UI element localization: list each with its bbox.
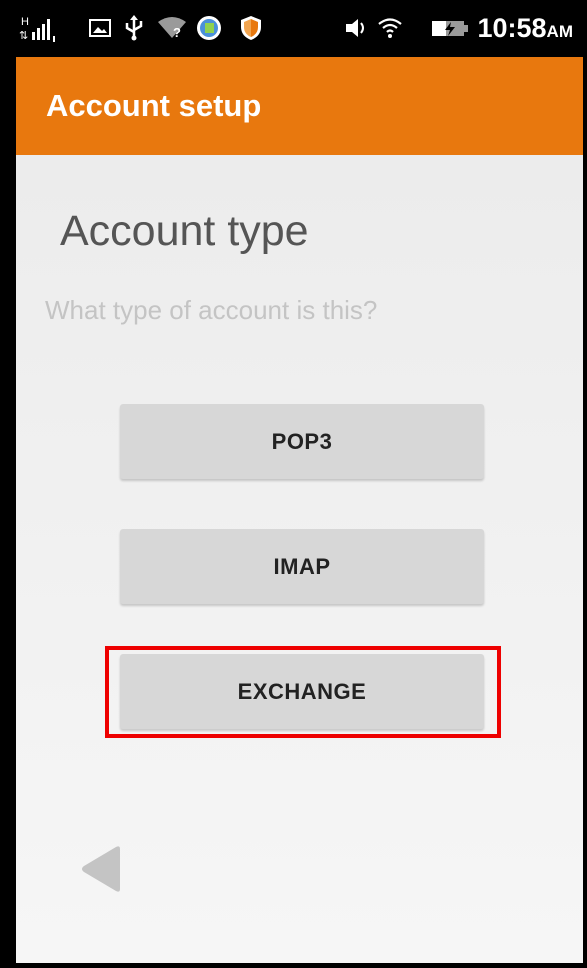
toolbar-title: Account setup <box>46 88 262 123</box>
battery-icon <box>430 14 470 42</box>
svg-text:⇅: ⇅ <box>19 30 28 42</box>
app-icon <box>194 14 224 42</box>
shield-icon <box>238 14 264 42</box>
page-subtitle: What type of account is this? <box>45 295 378 325</box>
image-icon <box>88 14 112 42</box>
wifi-question-icon: ? <box>156 14 188 42</box>
exchange-button[interactable]: EXCHANGE <box>120 654 484 729</box>
app-toolbar: Account setup <box>16 57 583 155</box>
back-button[interactable] <box>80 845 124 893</box>
back-triangle-icon <box>82 846 120 892</box>
pop3-button[interactable]: POP3 <box>120 404 484 479</box>
phone-screen: H ⇅ ? 10:58AM Account setup Account type… <box>0 0 587 968</box>
account-type-content: Account type What type of account is thi… <box>16 155 583 963</box>
status-bar: H ⇅ ? 10:58AM <box>16 0 583 57</box>
clock-ampm: AM <box>546 22 573 41</box>
volume-icon <box>344 14 370 42</box>
signal-icon: H ⇅ <box>18 14 66 42</box>
usb-icon <box>122 14 146 42</box>
clock: 10:58AM <box>477 13 573 43</box>
wifi-icon <box>376 14 404 42</box>
imap-button[interactable]: IMAP <box>120 529 484 604</box>
svg-text:?: ? <box>173 25 181 40</box>
page-title: Account type <box>60 207 309 255</box>
network-type-label: H <box>21 16 29 28</box>
